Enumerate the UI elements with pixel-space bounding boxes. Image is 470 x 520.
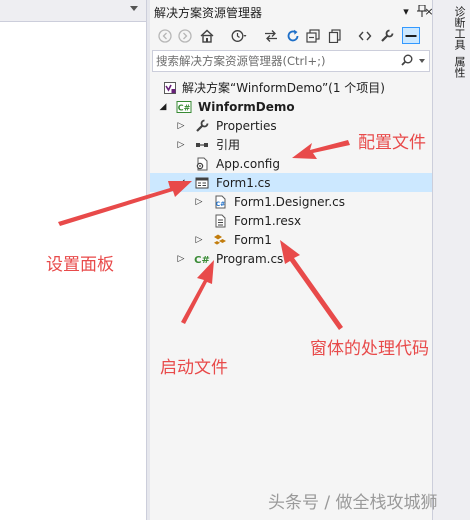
search-box[interactable] bbox=[152, 50, 430, 72]
solution-icon bbox=[162, 80, 178, 96]
annotation-design-panel: 设置面板 bbox=[46, 255, 114, 275]
svg-text:C#: C# bbox=[178, 103, 191, 112]
sync-icon[interactable] bbox=[262, 27, 280, 44]
svg-text:C#: C# bbox=[194, 255, 210, 266]
collapsed-arrow-icon[interactable]: ▷ bbox=[176, 121, 186, 131]
show-all-files-icon[interactable] bbox=[326, 27, 344, 44]
home-icon[interactable] bbox=[198, 27, 216, 44]
tree-item-label: Form1.Designer.cs bbox=[234, 194, 345, 209]
solution-explorer: 解决方案资源管理器 ▾ × 搜索解决方案资源管理器(Ctrl+;) 解决方案“W… bbox=[150, 0, 434, 520]
tree-item-form1-cs[interactable]: ◢ Form1.cs bbox=[150, 173, 432, 192]
explorer-title-bar: 解决方案资源管理器 ▾ × bbox=[150, 0, 434, 22]
collapsed-arrow-icon[interactable]: ▷ bbox=[176, 140, 186, 150]
editor-tab-strip bbox=[0, 0, 146, 22]
search-options-dropdown-icon[interactable] bbox=[419, 59, 425, 63]
explorer-toolbar bbox=[150, 22, 432, 48]
csharp-project-icon: C# bbox=[176, 99, 192, 115]
tab-diagnostic-tools[interactable]: 诊断工具 bbox=[451, 6, 467, 50]
form-file-icon bbox=[194, 175, 210, 191]
collapsed-arrow-icon[interactable]: ▷ bbox=[194, 235, 204, 245]
watermark: 头条号 / 做全栈攻城狮 bbox=[268, 493, 438, 513]
tree-item-label: 引用 bbox=[216, 138, 241, 152]
properties-wrench-icon[interactable] bbox=[378, 27, 396, 44]
tree-item-label: Properties bbox=[216, 118, 277, 133]
preview-selected-items-icon[interactable] bbox=[402, 27, 420, 44]
tree-item-solution[interactable]: 解决方案“WinformDemo”(1 个项目) bbox=[150, 78, 432, 97]
tab-properties[interactable]: 属性 bbox=[451, 56, 467, 78]
expanded-arrow-icon[interactable]: ◢ bbox=[158, 102, 168, 112]
collapsed-arrow-icon[interactable]: ▷ bbox=[176, 254, 186, 264]
collapse-all-icon[interactable] bbox=[304, 27, 322, 44]
tree-item-label: Program.cs bbox=[216, 251, 284, 266]
tree-item-label: App.config bbox=[216, 156, 280, 171]
tree-item-form1-designer[interactable]: ▷ C# Form1.Designer.cs bbox=[150, 192, 432, 211]
tree-item-label: Form1.cs bbox=[216, 175, 271, 190]
collapsed-arrow-icon[interactable]: ▷ bbox=[194, 197, 204, 207]
tree-item-label: WinformDemo bbox=[198, 99, 295, 114]
forward-icon[interactable] bbox=[176, 27, 194, 44]
refresh-icon[interactable] bbox=[284, 27, 302, 44]
config-file-icon bbox=[194, 156, 210, 172]
csharp-file-icon: C# bbox=[194, 251, 210, 267]
search-icon[interactable] bbox=[401, 54, 413, 69]
annotation-form-code: 窗体的处理代码 bbox=[310, 339, 429, 359]
view-code-icon[interactable] bbox=[356, 27, 374, 44]
tree-item-project[interactable]: ◢ C# WinformDemo bbox=[150, 97, 432, 116]
annotation-startup-file: 启动文件 bbox=[160, 358, 228, 378]
class-icon bbox=[212, 232, 228, 248]
expanded-arrow-icon[interactable]: ◢ bbox=[176, 178, 186, 188]
tree-item-form1-class[interactable]: ▷ Form1 bbox=[150, 230, 432, 249]
tree-item-program-cs[interactable]: ▷ C# Program.cs bbox=[150, 249, 432, 268]
tab-dropdown-icon[interactable] bbox=[130, 6, 138, 11]
window-position-dropdown-icon[interactable]: ▾ bbox=[398, 3, 414, 19]
wrench-icon bbox=[194, 118, 210, 134]
tree-item-label: Form1.resx bbox=[234, 213, 302, 228]
tree-item-label: Form1 bbox=[234, 232, 272, 247]
history-icon[interactable] bbox=[230, 27, 248, 44]
resource-file-icon bbox=[212, 213, 228, 229]
tree-item-form1-resx[interactable]: Form1.resx bbox=[150, 211, 432, 230]
side-tool-strip: 诊断工具 属性 bbox=[432, 0, 470, 520]
csharp-file-icon: C# bbox=[212, 194, 228, 210]
references-icon bbox=[194, 137, 210, 153]
tree-item-app-config[interactable]: App.config bbox=[150, 154, 432, 173]
search-input[interactable] bbox=[156, 53, 396, 69]
explorer-title: 解决方案资源管理器 bbox=[154, 6, 263, 20]
tree-item-label: 解决方案“WinformDemo”(1 个项目) bbox=[182, 81, 385, 95]
back-icon[interactable] bbox=[156, 27, 174, 44]
svg-text:C#: C# bbox=[216, 201, 225, 208]
annotation-config-file: 配置文件 bbox=[358, 133, 426, 153]
